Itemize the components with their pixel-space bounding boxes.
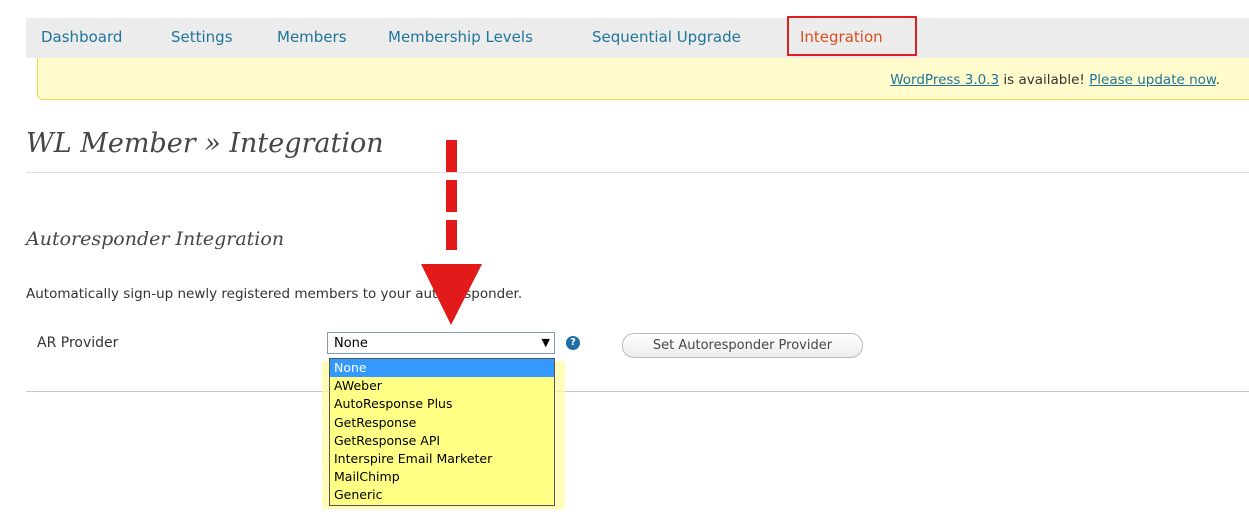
- section-divider: [26, 391, 1249, 392]
- nav-sequential-upgrade[interactable]: Sequential Upgrade: [592, 28, 741, 46]
- ar-provider-options-list: None AWeber AutoResponse Plus GetResponse Ge…: [329, 358, 555, 506]
- wordpress-version-link[interactable]: WordPress 3.0.3: [890, 72, 999, 88]
- nav-integration[interactable]: Integration: [800, 28, 883, 46]
- option-getresponse-api[interactable]: GetResponse API: [330, 432, 554, 450]
- ar-provider-label: AR Provider: [37, 335, 119, 351]
- update-notice-text: WordPress 3.0.3 is available! Please upd…: [890, 72, 1220, 88]
- page-title: WL Member » Integration: [26, 128, 384, 159]
- top-nav: Dashboard Settings Members Membership Le…: [26, 16, 1249, 58]
- help-icon[interactable]: ?: [566, 336, 580, 350]
- chevron-down-icon[interactable]: ▼: [542, 336, 550, 349]
- option-generic[interactable]: Generic: [330, 486, 554, 504]
- option-interspire-email-marketer[interactable]: Interspire Email Marketer: [330, 450, 554, 468]
- nav-dashboard[interactable]: Dashboard: [41, 28, 122, 46]
- set-autoresponder-provider-button[interactable]: Set Autoresponder Provider: [622, 333, 863, 358]
- update-now-link[interactable]: Please update now: [1089, 72, 1216, 88]
- title-divider: [26, 172, 1249, 173]
- section-description: Automatically sign-up newly registered m…: [26, 286, 523, 302]
- ar-provider-select[interactable]: None ▼: [327, 332, 555, 354]
- nav-members[interactable]: Members: [277, 28, 347, 46]
- section-title: Autoresponder Integration: [26, 228, 285, 250]
- update-notice: WordPress 3.0.3 is available! Please upd…: [37, 58, 1249, 100]
- nav-membership-levels[interactable]: Membership Levels: [388, 28, 533, 46]
- option-aweber[interactable]: AWeber: [330, 377, 554, 395]
- option-mailchimp[interactable]: MailChimp: [330, 468, 554, 486]
- notice-middle-text: is available!: [999, 72, 1090, 88]
- option-none[interactable]: None: [330, 359, 554, 378]
- notice-end-text: .: [1215, 72, 1220, 88]
- ar-provider-selected-value: None: [334, 336, 368, 351]
- option-getresponse[interactable]: GetResponse: [330, 414, 554, 432]
- option-autoresponse-plus[interactable]: AutoResponse Plus: [330, 395, 554, 413]
- nav-settings[interactable]: Settings: [171, 28, 233, 46]
